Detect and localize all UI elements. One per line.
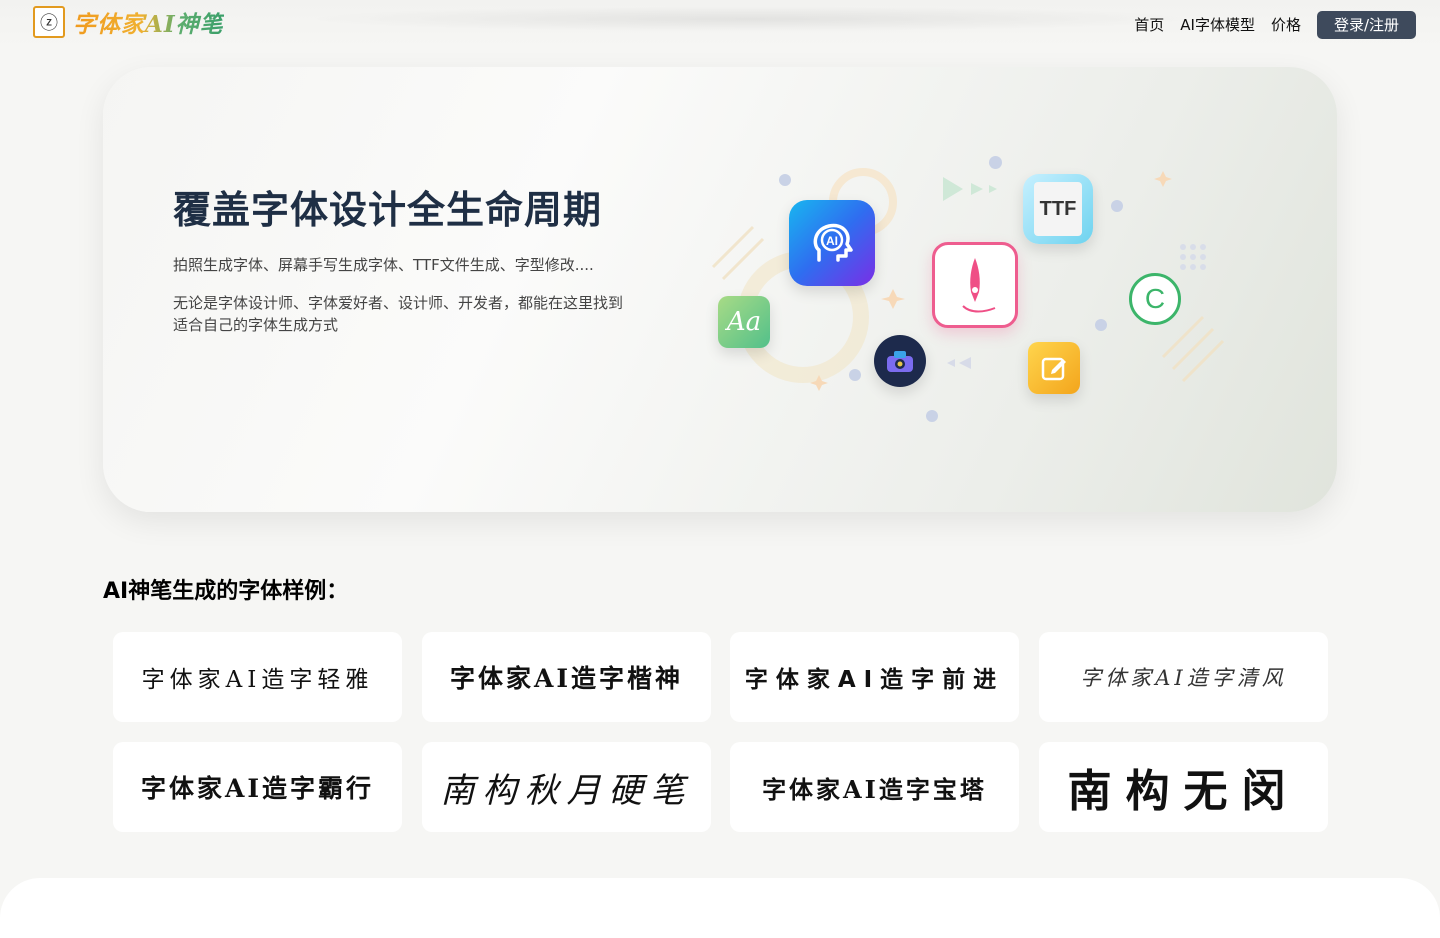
font-sample-card[interactable]: 字体家AI造字清风 [1039,632,1328,722]
pen-nib-icon [932,242,1018,328]
edit-icon [1028,342,1080,394]
font-sample-card[interactable]: 字体家AI造字前进 [730,632,1019,722]
top-header: ⓩ 字体家AI神笔 首页 AI字体模型 价格 登录/注册 [0,0,1440,50]
font-sample-card[interactable]: 字体家AI造字楷神 [422,632,711,722]
camera-icon [874,335,926,387]
hero-banner: 覆盖字体设计全生命周期 拍照生成字体、屏幕手写生成字体、TTF文件生成、字型修改… [103,67,1337,512]
ai-icon-label: AI [826,234,838,248]
samples-title: AI神笔生成的字体样例： [103,579,349,604]
deco-dot [989,156,1002,169]
font-sample-card[interactable]: 字体家AI造字霸行 [113,742,402,832]
font-sample-card[interactable]: 南构无闵 [1039,742,1328,832]
main-nav: 首页 AI字体模型 价格 登录/注册 [1134,11,1416,39]
font-aa-icon: Aa [718,296,770,348]
hero-description: 无论是字体设计师、字体爱好者、设计师、开发者，都能在这里找到适合自己的字体生成方… [173,294,624,334]
hero-subtitle: 拍照生成字体、屏幕手写生成字体、TTF文件生成、字型修改.... [173,256,594,274]
ttf-label: TTF [1034,182,1082,236]
ttf-file-icon: TTF [1023,174,1093,244]
nav-ai-font-model[interactable]: AI字体模型 [1180,11,1255,39]
logo-text: 字体家AI神笔 [73,5,224,39]
deco-dot [1111,200,1123,212]
deco-dot [779,174,791,186]
header-shadow [300,6,1200,32]
logo-mark-icon: ⓩ [33,6,65,38]
hero-title: 覆盖字体设计全生命周期 [173,188,603,232]
deco-dot [849,369,861,381]
font-sample-card[interactable]: 字体家AI造字轻雅 [113,632,402,722]
deco-dot [926,410,938,422]
ai-brain-icon: AI [789,200,875,286]
login-register-button[interactable]: 登录/注册 [1317,11,1416,39]
bottom-panel [0,878,1440,938]
font-sample-card[interactable]: 南构秋月硬笔 [422,742,711,832]
font-sample-card[interactable]: 字体家AI造字宝塔 [730,742,1019,832]
deco-dot [1095,319,1107,331]
nav-pricing[interactable]: 价格 [1271,11,1301,39]
nav-home[interactable]: 首页 [1134,11,1164,39]
logo[interactable]: ⓩ 字体家AI神笔 [33,5,224,39]
copyright-icon: C [1129,273,1181,325]
